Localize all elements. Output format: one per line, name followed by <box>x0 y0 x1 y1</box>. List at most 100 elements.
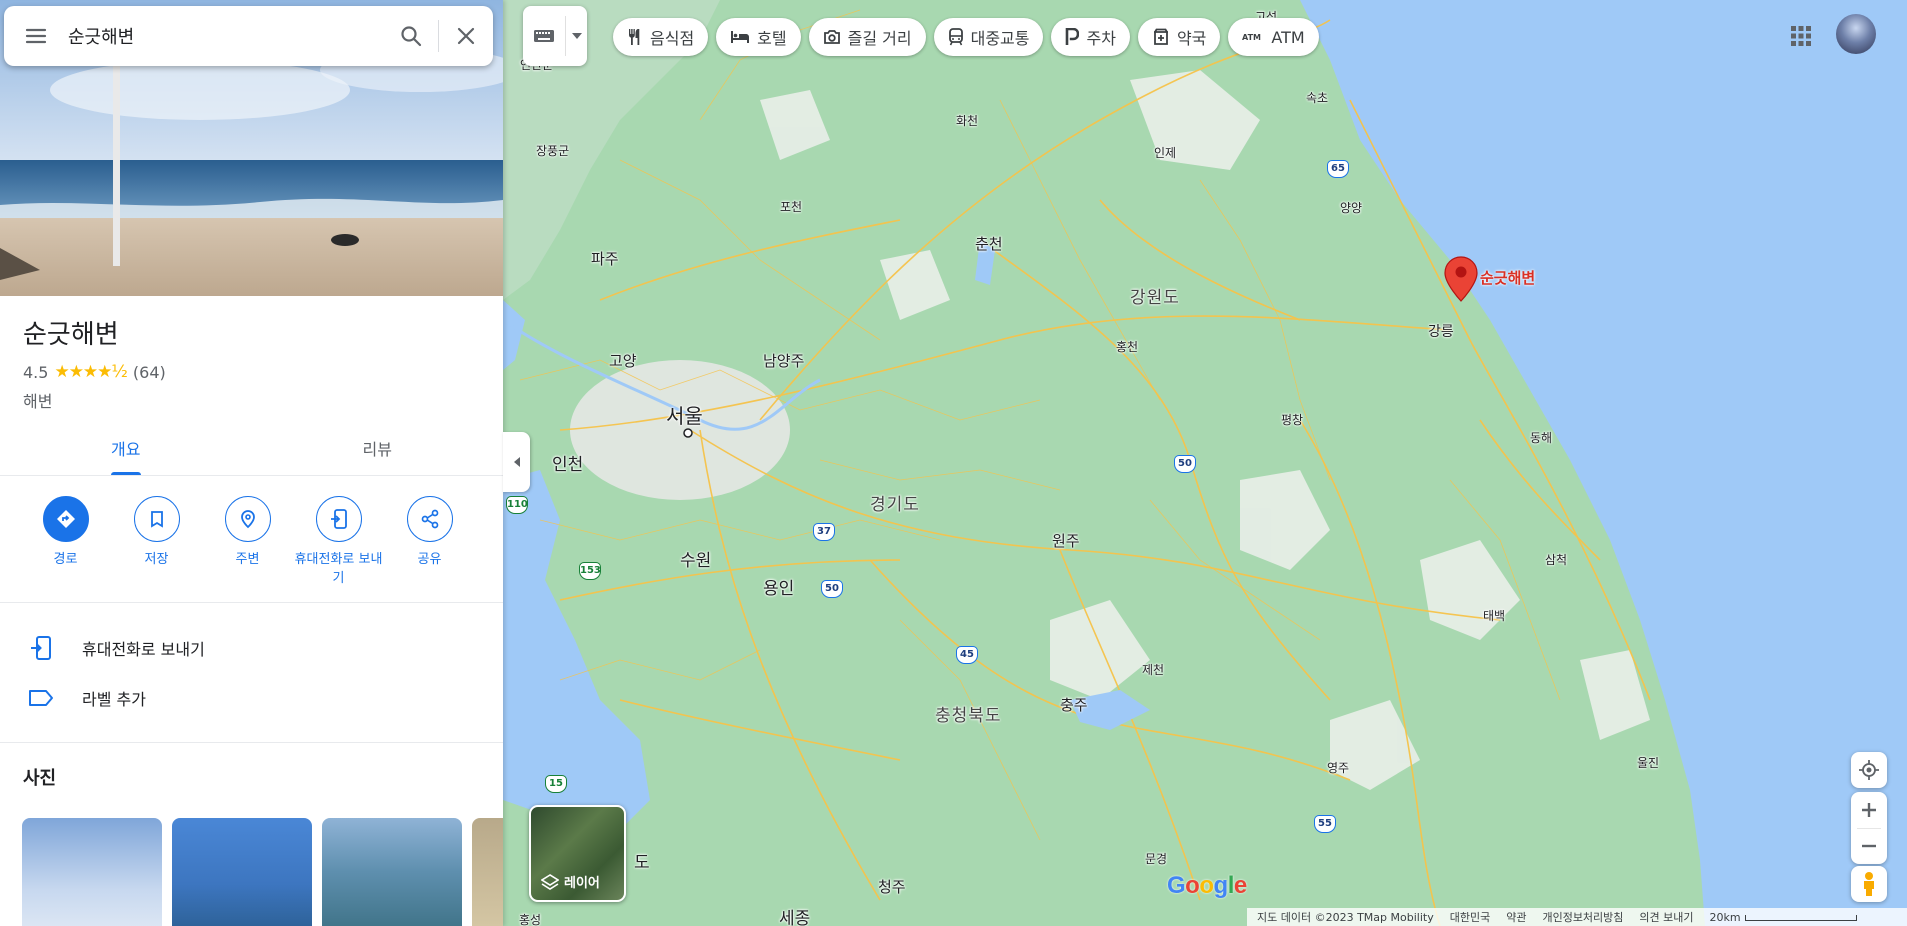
map-label-taebaek: 태백 <box>1483 609 1506 623</box>
photo-thumbnail[interactable] <box>22 818 162 926</box>
my-location-button[interactable] <box>1851 752 1887 788</box>
map-label-yongin: 용인 <box>763 579 795 599</box>
add-label-row[interactable]: 라벨 추가 <box>0 674 503 722</box>
layers-button[interactable]: 레이어 <box>529 805 626 902</box>
map-label-yeongju: 영주 <box>1327 761 1350 775</box>
restaurant-icon <box>629 29 640 45</box>
zoom-in-button[interactable] <box>1851 793 1887 828</box>
feedback-link[interactable]: 의견 보내기 <box>1639 909 1693 925</box>
map-label-wonju: 원주 <box>1052 532 1080 550</box>
account-avatar[interactable] <box>1836 14 1876 54</box>
chip-label: 대중교통 <box>970 29 1030 48</box>
close-icon[interactable] <box>439 6 493 66</box>
hotel-icon <box>731 31 750 43</box>
privacy-link[interactable]: 개인정보처리방침 <box>1542 909 1623 925</box>
map-label-hongseong: 홍성 <box>519 913 542 926</box>
map-label-chuncheon: 춘천 <box>975 235 1003 253</box>
chip-transit[interactable]: 대중교통 <box>933 18 1044 56</box>
nearby-icon <box>224 496 271 542</box>
map-label-paju: 파주 <box>591 250 619 268</box>
place-tabs: 개요 리뷰 <box>0 426 503 476</box>
send-to-phone-icon <box>0 635 82 661</box>
photo-thumbnail[interactable] <box>172 818 312 926</box>
search-icon[interactable] <box>384 6 438 66</box>
chip-label: 음식점 <box>650 29 695 48</box>
street-view-pegman[interactable] <box>1851 866 1887 902</box>
highway-shield: 50 <box>821 580 843 598</box>
nearby-button[interactable]: 주변 <box>202 496 293 602</box>
layers-label: 레이어 <box>564 876 600 891</box>
save-button[interactable]: 저장 <box>111 496 202 602</box>
chip-label: 약국 <box>1176 29 1207 48</box>
place-category[interactable]: 해변 <box>23 388 52 412</box>
review-count[interactable]: (64) <box>133 363 166 382</box>
map-label-cheongju: 청주 <box>878 878 906 896</box>
map-label-pyeongchang: 평창 <box>1281 413 1304 427</box>
list-item-label: 휴대전화로 보내기 <box>82 640 205 659</box>
chip-hotels[interactable]: 호텔 <box>716 18 801 56</box>
layers-label-row: 레이어 <box>541 872 600 891</box>
map-label-hwacheon: 화천 <box>956 114 979 128</box>
map-label-namyangju: 남양주 <box>763 352 805 370</box>
map-label-gyeonggi: 경기도 <box>870 495 920 515</box>
photos-section-title: 사진 <box>23 768 57 789</box>
minus-icon <box>1862 844 1876 848</box>
map-label-do: 도 <box>634 853 650 873</box>
parking-icon <box>1066 28 1080 45</box>
share-button[interactable]: 공유 <box>384 496 475 602</box>
map-data-attribution: 지도 데이터 ©2023 TMap Mobility <box>1257 911 1434 924</box>
chip-parking[interactable]: 주차 <box>1051 18 1130 56</box>
map-label-jecheon: 제천 <box>1142 663 1165 677</box>
chip-atm[interactable]: ATM ATM <box>1228 18 1319 56</box>
rating-row[interactable]: 4.5 ★★★★½ (64) <box>23 362 166 382</box>
google-logo: Google <box>1167 872 1247 899</box>
tab-reviews[interactable]: 리뷰 <box>252 426 504 475</box>
chip-restaurants[interactable]: 음식점 <box>613 18 709 56</box>
photo-thumbnail[interactable] <box>322 818 462 926</box>
scale-indicator[interactable]: 20km <box>1710 911 1857 924</box>
zoom-controls <box>1851 792 1887 864</box>
transit-icon <box>948 28 963 46</box>
collapse-panel-button[interactable] <box>503 432 530 492</box>
photo-thumbnail[interactable] <box>472 818 503 926</box>
camera-icon <box>823 30 840 44</box>
chevron-down-icon[interactable] <box>566 33 587 39</box>
chip-things-to-do[interactable]: 즐길 거리 <box>808 18 926 56</box>
map-label-gangwon: 강원도 <box>1130 288 1180 308</box>
terms-link[interactable]: 약관 <box>1506 909 1526 925</box>
rating-stars: ★★★★½ <box>54 362 127 382</box>
pin-label[interactable]: 순긋해변 <box>1480 267 1535 288</box>
country-link[interactable]: 대한민국 <box>1450 909 1490 925</box>
send-to-phone-button[interactable]: 휴대전화로 보내기 <box>293 496 384 602</box>
atm-icon: ATM <box>1242 33 1261 42</box>
map-label-uljin: 울진 <box>1637 756 1660 770</box>
map-label-pocheon: 포천 <box>780 200 803 214</box>
chip-label: 호텔 <box>757 29 787 48</box>
send-to-phone-row[interactable]: 휴대전화로 보내기 <box>0 624 503 672</box>
place-pin-icon[interactable] <box>1444 256 1478 302</box>
pharmacy-icon <box>1153 28 1168 45</box>
highway-shield: 37 <box>813 523 835 541</box>
action-label: 주변 <box>235 552 260 567</box>
highway-shield: 65 <box>1327 160 1349 178</box>
list-item-label: 라벨 추가 <box>82 690 146 709</box>
input-tools-button[interactable] <box>523 6 587 66</box>
action-label: 휴대전화로 보내기 <box>294 552 383 586</box>
tab-overview[interactable]: 개요 <box>0 426 252 475</box>
highway-shield: 110 <box>506 496 528 514</box>
chip-pharmacies[interactable]: 약국 <box>1137 18 1221 56</box>
place-panel: 순긋해변 4.5 ★★★★½ (64) 해변 개요 리뷰 경로 저장 주변 <box>0 0 503 926</box>
divider <box>0 742 503 743</box>
svg-text:ATM: ATM <box>1242 33 1261 42</box>
menu-icon[interactable] <box>4 6 68 66</box>
label-icon <box>0 688 82 708</box>
action-label: 공유 <box>417 552 442 567</box>
directions-button[interactable]: 경로 <box>20 496 111 602</box>
map-label-yangyang: 양양 <box>1340 201 1363 215</box>
apps-grid-icon[interactable] <box>1785 20 1817 52</box>
zoom-out-button[interactable] <box>1851 829 1887 864</box>
keyboard-icon <box>523 29 565 43</box>
map-label-chungju: 충주 <box>1060 696 1088 714</box>
search-input[interactable] <box>68 16 384 56</box>
pegman-icon <box>1864 872 1874 896</box>
